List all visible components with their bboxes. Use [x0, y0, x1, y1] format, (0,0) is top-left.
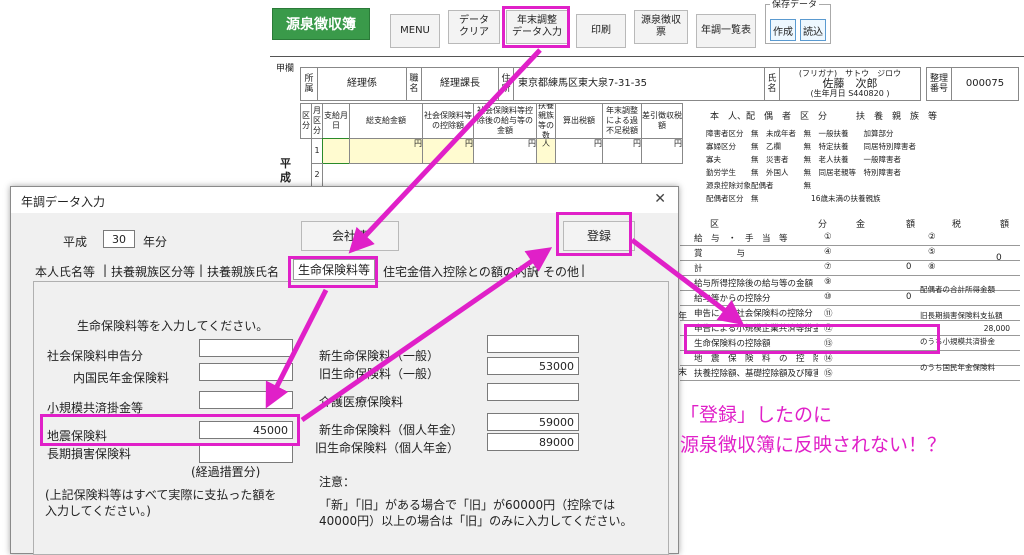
arrow-to-register: [300, 247, 553, 423]
callout-line1: 「登録」したのに: [680, 404, 833, 426]
arrow-to-ledger: [630, 238, 744, 326]
arrow-to-seimei-tab: [348, 48, 542, 254]
arrow-to-jishin-field: [265, 288, 329, 409]
arrow-overlay: [265, 48, 744, 423]
callout-line2: 源泉徴収簿に反映されない！？: [680, 434, 947, 456]
